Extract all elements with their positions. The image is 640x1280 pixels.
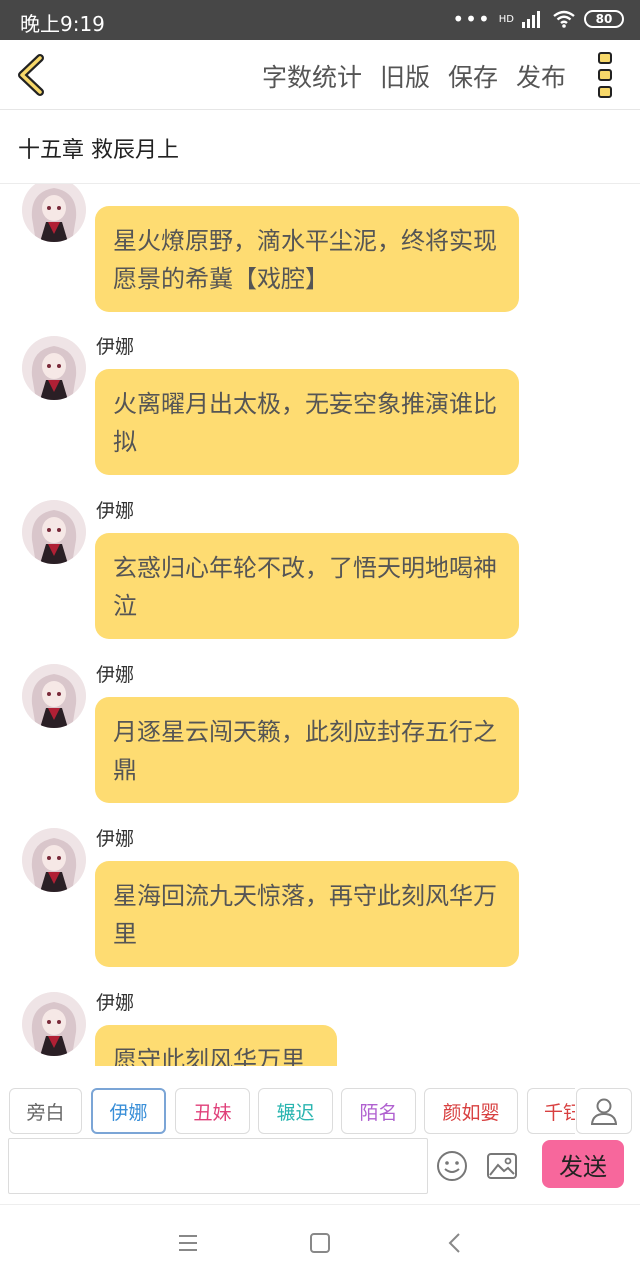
old-version-button[interactable]: 旧版: [380, 58, 430, 94]
sender-name: 伊娜: [96, 184, 134, 185]
composer: 发送: [0, 1138, 640, 1204]
send-button[interactable]: 发送: [542, 1140, 624, 1188]
message-bubble[interactable]: 星火燎原野，滴水平尘泥，终将实现愿景的希冀【戏腔】: [95, 206, 519, 312]
sender-name: 伊娜: [96, 336, 135, 358]
emoji-icon[interactable]: [436, 1150, 468, 1182]
user-icon[interactable]: [576, 1088, 632, 1134]
message-bubble[interactable]: 愿守此刻风华万里: [95, 1025, 337, 1066]
more-vertical-icon[interactable]: [598, 52, 616, 98]
sender-name: 伊娜: [96, 664, 135, 686]
hd-label: HD: [498, 13, 514, 25]
status-bar: 晚上9:19 ••• HD 80: [0, 0, 640, 40]
chapter-header: 十五章 救辰月上: [0, 110, 640, 184]
wifi-icon: [553, 10, 575, 28]
more-dot: [598, 52, 612, 64]
publish-button[interactable]: 发布: [516, 58, 566, 94]
signal-icon: [522, 11, 540, 28]
system-nav-bar: [0, 1204, 640, 1280]
avatar[interactable]: [22, 500, 86, 564]
toolbar-actions: 字数统计 旧版 保存 发布: [262, 58, 566, 94]
status-time: 晚上9:19: [20, 12, 105, 36]
avatar[interactable]: [22, 184, 86, 242]
role-chip-label: 千钰: [544, 1101, 575, 1124]
sender-name: 伊娜: [96, 992, 135, 1014]
back-icon[interactable]: [443, 1231, 467, 1255]
menu-icon[interactable]: [176, 1231, 200, 1255]
chapter-title[interactable]: 十五章 救辰月上: [18, 132, 179, 164]
sender-name: 伊娜: [96, 828, 135, 850]
more-dot: [598, 86, 612, 98]
battery-indicator: 80: [584, 10, 624, 28]
message-bubble[interactable]: 月逐星云闯天籁，此刻应封存五行之鼎: [95, 697, 519, 803]
message-list[interactable]: 伊娜 星火燎原野，滴水平尘泥，终将实现愿景的希冀【戏腔】 伊娜 火离曜月出太极，…: [0, 184, 640, 1066]
role-chip[interactable]: 辗迟: [258, 1088, 333, 1134]
avatar[interactable]: [22, 664, 86, 728]
message-bubble[interactable]: 火离曜月出太极，无妄空象推演谁比拟: [95, 369, 519, 475]
avatar[interactable]: [22, 992, 86, 1056]
role-chip[interactable]: 丑妹: [175, 1088, 250, 1134]
avatar[interactable]: [22, 828, 86, 892]
word-count-button[interactable]: 字数统计: [262, 58, 362, 94]
message-bubble[interactable]: 玄惑归心年轮不改，了悟天明地喝神泣: [95, 533, 519, 639]
role-chip[interactable]: 陌名: [341, 1088, 416, 1134]
home-icon[interactable]: [308, 1231, 332, 1255]
more-notifications-icon: •••: [452, 7, 491, 31]
more-dot: [598, 69, 612, 81]
sender-name: 伊娜: [96, 500, 135, 522]
save-button[interactable]: 保存: [448, 58, 498, 94]
chevron-left-icon[interactable]: [14, 54, 50, 96]
role-selector: 旁白 伊娜 丑妹 辗迟 陌名 颜如婴 千钰: [0, 1082, 640, 1138]
role-chip[interactable]: 千钰: [527, 1088, 575, 1134]
role-chip[interactable]: 旁白: [9, 1088, 82, 1134]
image-icon[interactable]: [486, 1150, 518, 1182]
status-icons: ••• HD 80: [452, 9, 624, 29]
message-input[interactable]: [8, 1138, 428, 1194]
role-chip-selected[interactable]: 伊娜: [91, 1088, 166, 1134]
message-bubble[interactable]: 星海回流九天惊落，再守此刻风华万里: [95, 861, 519, 967]
top-app-bar: 字数统计 旧版 保存 发布: [0, 40, 640, 110]
avatar[interactable]: [22, 336, 86, 400]
role-chip[interactable]: 颜如婴: [424, 1088, 518, 1134]
